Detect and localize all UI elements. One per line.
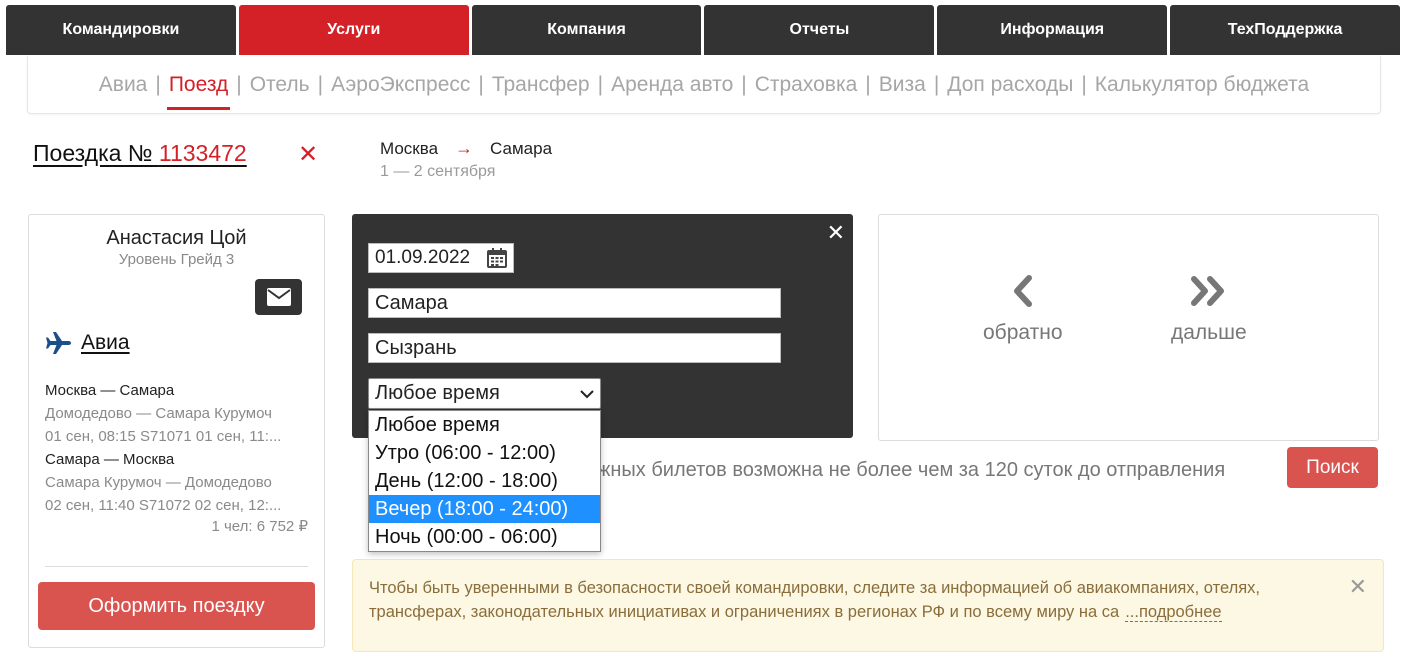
service-avia-link[interactable]: Авиа bbox=[81, 331, 130, 355]
traveler-level: Уровень Грейд 3 bbox=[118, 251, 235, 268]
tab-company[interactable]: Компания bbox=[471, 5, 702, 55]
order-trip-button[interactable]: Оформить поездку bbox=[38, 582, 315, 630]
tab-reports[interactable]: Отчеты bbox=[704, 5, 935, 55]
segment-1-airports: Домодедово — Самара Курумоч bbox=[45, 405, 272, 422]
trip-dates: 1 — 2 сентября bbox=[380, 163, 496, 180]
route-to: Самара bbox=[490, 138, 553, 158]
arrival-city-input[interactable]: Сызрань bbox=[368, 333, 781, 363]
date-value: 01.09.2022 bbox=[375, 247, 471, 268]
subnav-item-train[interactable]: Поезд bbox=[166, 73, 231, 110]
time-option-morning[interactable]: Утро (06:00 - 12:00) bbox=[369, 439, 600, 467]
date-input[interactable]: 01.09.2022 bbox=[368, 243, 514, 273]
time-select[interactable]: Любое время bbox=[368, 378, 601, 409]
alert-close-icon[interactable]: ✕ bbox=[1349, 574, 1367, 600]
trip-title-label: Поездка № bbox=[33, 140, 159, 166]
search-button[interactable]: Поиск bbox=[1287, 447, 1378, 488]
tab-services[interactable]: Услуги bbox=[238, 5, 469, 55]
route-from: Москва bbox=[380, 138, 439, 158]
back-button[interactable]: обратно bbox=[983, 275, 1063, 345]
time-option-day[interactable]: День (12:00 - 18:00) bbox=[369, 467, 600, 495]
time-option-evening[interactable]: Вечер (18:00 - 24:00) bbox=[369, 495, 600, 523]
trip-price: 1 чел: 6 752 ₽ bbox=[211, 518, 308, 535]
subnav-item-insurance[interactable]: Страховка bbox=[753, 73, 860, 97]
subnav-item-extra-expenses[interactable]: Доп расходы bbox=[945, 73, 1075, 97]
trip-number: 1133472 bbox=[158, 140, 247, 166]
read-more-link[interactable]: ...подробнее bbox=[1125, 603, 1222, 622]
departure-city-input[interactable]: Самара bbox=[368, 288, 781, 318]
panel-divider bbox=[45, 566, 308, 567]
tab-business-trips[interactable]: Командировки bbox=[6, 5, 236, 55]
subnav-item-avia[interactable]: Авиа bbox=[97, 73, 150, 97]
trip-title[interactable]: Поездка № 1133472 bbox=[33, 140, 247, 167]
train-search-popup: ✕ 01.09.2022 Самара Сызрань Любое время bbox=[352, 214, 853, 438]
envelope-icon bbox=[266, 288, 291, 306]
airplane-icon bbox=[46, 332, 71, 354]
time-option-night[interactable]: Ночь (00:00 - 06:00) bbox=[369, 523, 600, 551]
segment-2-airports: Самара Курумоч — Домодедово bbox=[45, 474, 272, 491]
segment-1-details: 01 сен, 08:15 S71071 01 сен, 11:... bbox=[45, 428, 282, 445]
next-label: дальше bbox=[1171, 321, 1247, 344]
tab-information[interactable]: Информация bbox=[937, 5, 1168, 55]
trip-delete-icon[interactable]: ✕ bbox=[298, 140, 318, 169]
time-dropdown-list: Любое время Утро (06:00 - 12:00) День (1… bbox=[368, 410, 601, 552]
tab-tech-support[interactable]: ТехПоддержка bbox=[1170, 5, 1400, 55]
safety-alert: Чтобы быть уверенными в безопасности сво… bbox=[352, 559, 1384, 652]
arrow-right-icon: → bbox=[455, 138, 474, 158]
next-button[interactable]: дальше bbox=[1171, 275, 1247, 345]
time-select-value: Любое время bbox=[375, 382, 500, 404]
subnav-item-car-rental[interactable]: Аренда авто bbox=[609, 73, 735, 97]
subnav-item-aeroexpress[interactable]: АэроЭкспресс bbox=[329, 73, 472, 97]
subnav-item-visa[interactable]: Виза bbox=[877, 73, 928, 97]
double-chevron-right-icon bbox=[1190, 276, 1224, 306]
back-label: обратно bbox=[983, 321, 1063, 344]
chevron-left-icon bbox=[1013, 275, 1032, 307]
service-avia-row: Авиа bbox=[45, 331, 130, 355]
main-navigation: Командировки Услуги Компания Отчеты Инфо… bbox=[6, 5, 1400, 55]
segment-1-route: Москва — Самара bbox=[45, 382, 175, 399]
alert-text: Чтобы быть уверенными в безопасности сво… bbox=[369, 579, 1260, 622]
subnav-item-budget-calculator[interactable]: Калькулятор бюджета bbox=[1093, 73, 1311, 97]
segment-2-details: 02 сен, 11:40 S71072 02 сен, 12:... bbox=[45, 497, 282, 514]
trip-navigation-panel: обратно дальше bbox=[878, 214, 1379, 441]
subnav-item-hotel[interactable]: Отель bbox=[248, 73, 312, 97]
subnav-item-transfer[interactable]: Трансфер bbox=[490, 73, 592, 97]
services-subnav: Авиа | Поезд | Отель | АэроЭкспресс | Трансф… bbox=[27, 56, 1381, 114]
time-option-any[interactable]: Любое время bbox=[369, 411, 600, 439]
calendar-icon[interactable] bbox=[487, 248, 507, 268]
segment-2-route: Самара — Москва bbox=[45, 451, 175, 468]
traveler-name: Анастасия Цой bbox=[106, 227, 247, 249]
chevron-down-icon bbox=[580, 389, 594, 398]
close-icon[interactable]: ✕ bbox=[827, 220, 845, 246]
trip-route: Москва → Самара bbox=[380, 138, 552, 159]
send-email-button[interactable] bbox=[255, 279, 302, 315]
traveler-panel: Анастасия Цой Уровень Грейд 3 Авиа Москв… bbox=[28, 214, 325, 648]
